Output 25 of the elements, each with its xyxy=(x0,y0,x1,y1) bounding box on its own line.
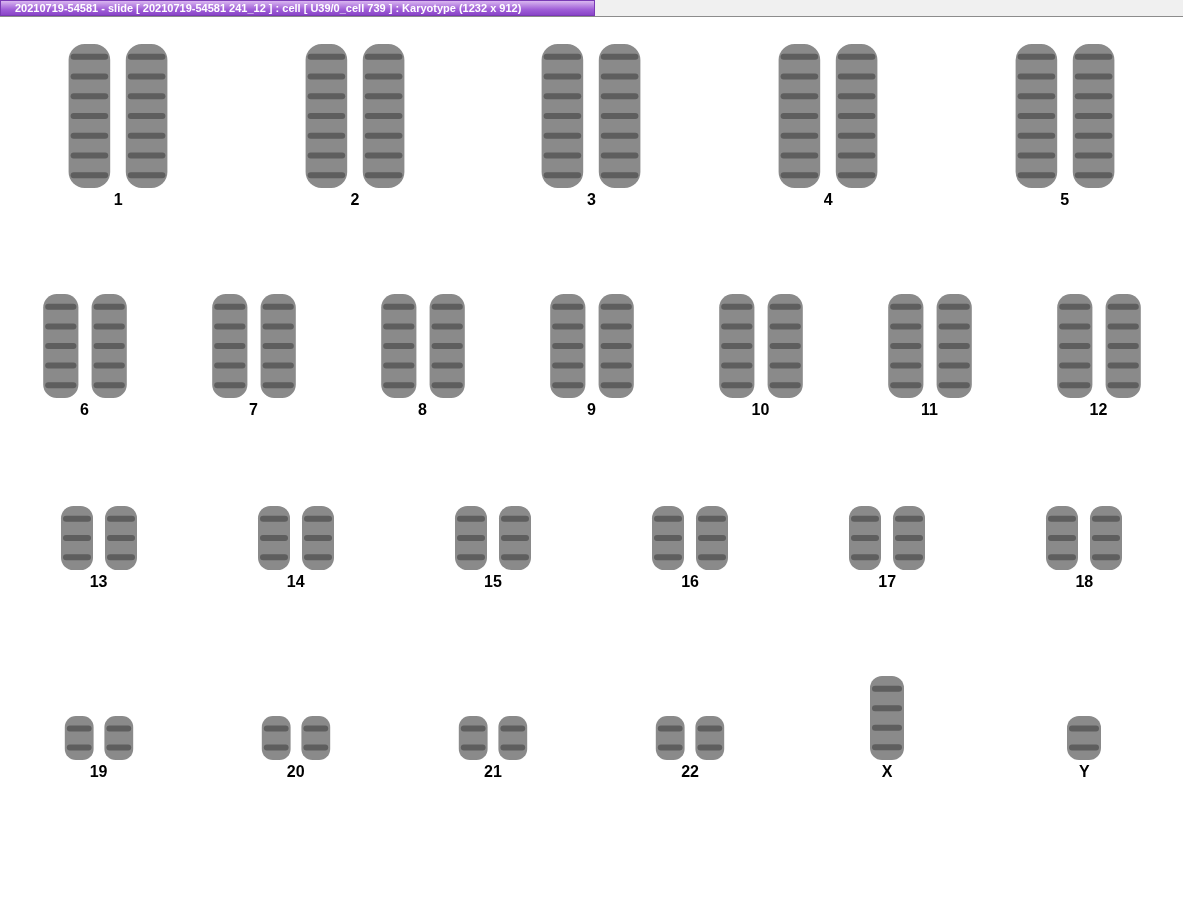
chromosome-label: 7 xyxy=(249,401,258,419)
window-title: 20210719-54581 - slide [ 20210719-54581 241_12 ] : cell [ U39/0_cell 739 ] : Karyotype (1232 x 912) xyxy=(0,0,595,16)
chromosome-label: Y xyxy=(1079,763,1090,781)
chromosome-label: 2 xyxy=(350,191,360,209)
chromosome-label: 3 xyxy=(587,191,596,209)
chromosome-label: 13 xyxy=(89,573,108,591)
chromosome-label: 9 xyxy=(587,401,596,419)
chromosome-label: 5 xyxy=(1060,191,1070,209)
chromosome-label: 1 xyxy=(113,191,123,209)
chromosome-label: 20 xyxy=(286,763,305,781)
chromosome-label: 19 xyxy=(89,763,108,781)
chromosome-label: 22 xyxy=(681,763,699,781)
chromosome-label: 6 xyxy=(80,401,89,419)
chromosome-label: 10 xyxy=(751,401,770,419)
chromosome-label: 12 xyxy=(1089,401,1108,419)
chromosome-label: 14 xyxy=(286,573,305,591)
chromosome-label: 21 xyxy=(484,763,502,781)
chromosome-label: 8 xyxy=(418,401,427,419)
chromosome-label: 15 xyxy=(484,573,502,591)
chromosome-label: 4 xyxy=(823,191,833,209)
chromosome-label: 11 xyxy=(921,401,938,419)
chromosome-label: 18 xyxy=(1075,573,1094,591)
chromosome-label: 17 xyxy=(878,573,897,591)
chromosome-label: 16 xyxy=(681,573,699,591)
chromosome-label: X xyxy=(881,763,893,781)
